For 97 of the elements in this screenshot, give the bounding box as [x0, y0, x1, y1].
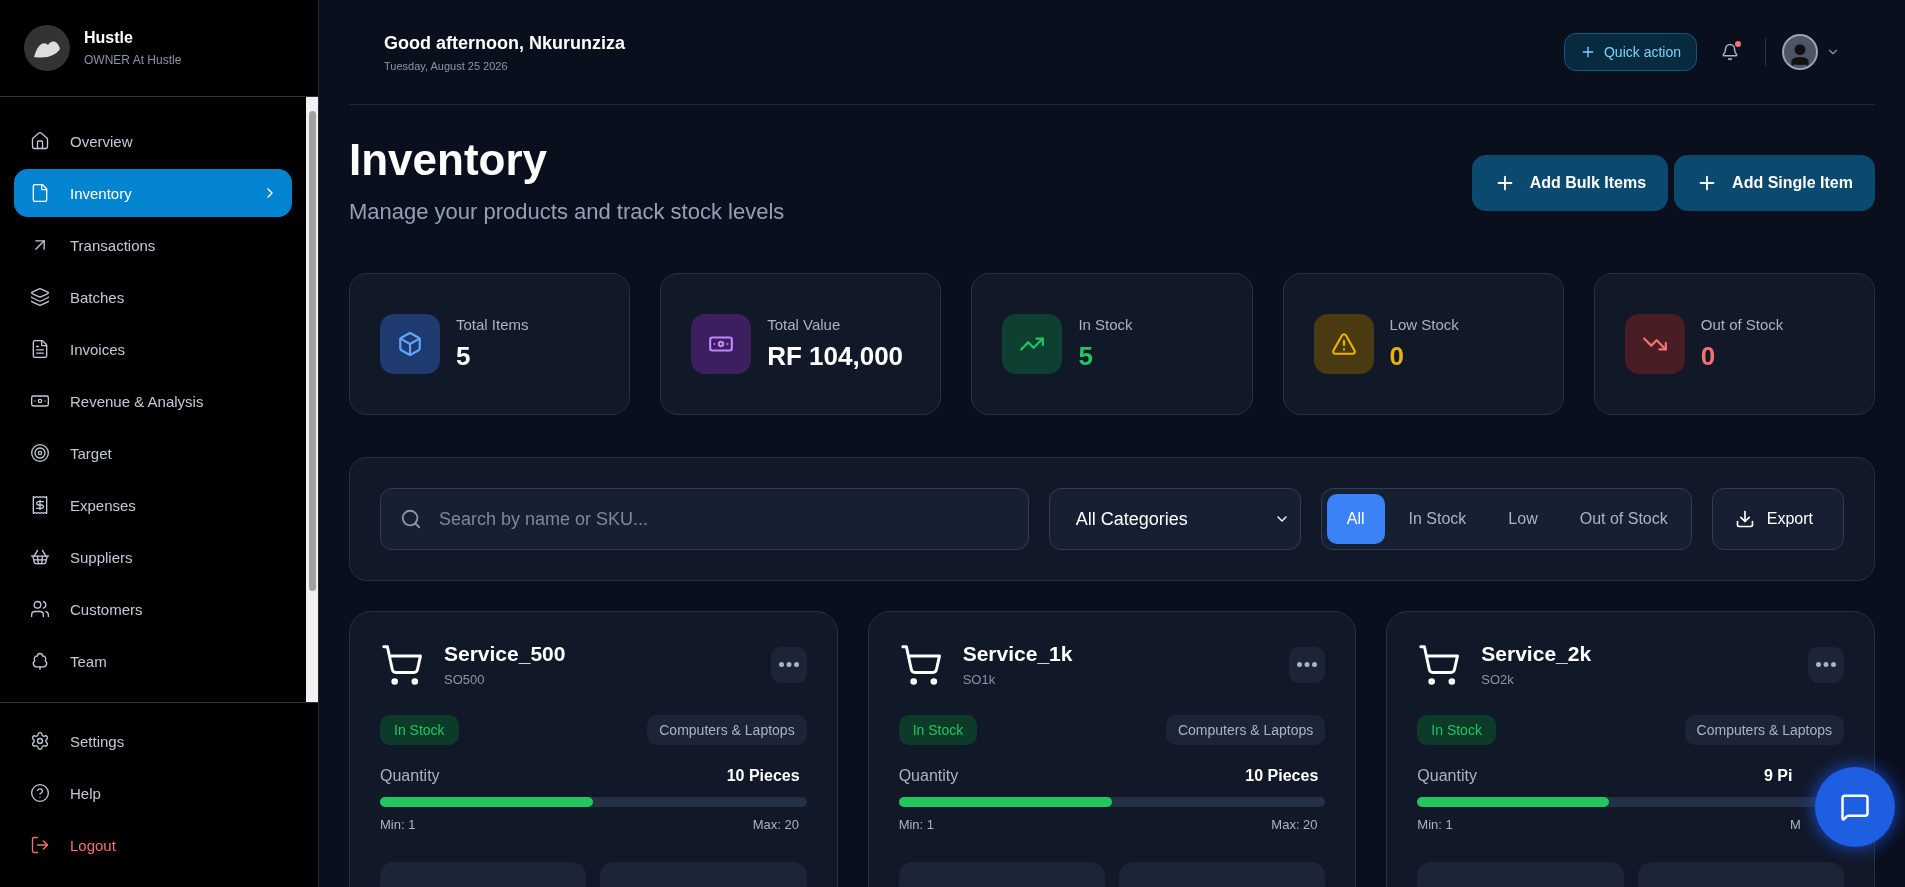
- nav-item[interactable]: Overview: [14, 117, 292, 165]
- min-label: Min: 1: [898, 817, 935, 832]
- greeting: Good afternoon, Nkurunziza: [384, 32, 626, 54]
- trend-up-icon: [1002, 314, 1063, 374]
- status-badge: In Stock: [1417, 715, 1496, 745]
- date: Tuesday, August 25 2026: [384, 59, 509, 72]
- filter-tab[interactable]: All: [1326, 494, 1385, 544]
- cart-icon: [898, 642, 943, 687]
- document-icon: [30, 339, 50, 359]
- cart-icon: [380, 642, 424, 687]
- nav-item[interactable]: Invoices: [14, 325, 292, 373]
- scrollbar[interactable]: [306, 97, 318, 702]
- filter-tab[interactable]: Out of Stock: [1561, 494, 1686, 544]
- export-button[interactable]: Export: [1711, 488, 1844, 550]
- stat-value: 5: [1078, 341, 1094, 372]
- max-label: Max: 20: [1271, 817, 1319, 832]
- cube-icon: [380, 314, 440, 374]
- file-icon: [30, 183, 50, 203]
- quantity-label: Quantity: [898, 767, 959, 785]
- page-subtitle: Manage your products and track stock levels: [349, 199, 785, 225]
- stat-value: 0: [1389, 341, 1406, 372]
- trend-down-icon: [1624, 314, 1685, 374]
- logout-icon: [30, 835, 50, 855]
- stat-label: Total Value: [767, 316, 842, 333]
- nav-item[interactable]: Revenue & Analysis: [14, 377, 292, 425]
- nav-item[interactable]: Target: [14, 429, 292, 477]
- status-badge: In Stock: [898, 715, 978, 745]
- nav-item[interactable]: Settings: [14, 717, 304, 765]
- product-name: Service_1k: [962, 642, 1073, 666]
- quantity-label: Quantity: [1417, 767, 1477, 785]
- add-button[interactable]: Add Bulk Items: [1471, 155, 1669, 211]
- receipt-icon: [30, 495, 50, 515]
- stat-value: 0: [1700, 341, 1717, 372]
- notification-bell-icon[interactable]: [1721, 43, 1739, 61]
- tree-icon: [30, 651, 50, 671]
- stat-value: RF 104,000: [767, 341, 904, 372]
- target-icon: [30, 443, 50, 463]
- filter-tab[interactable]: In Stock: [1390, 494, 1485, 544]
- nav-item[interactable]: Logout: [14, 821, 304, 869]
- brand-role: OWNER At Hustle: [84, 53, 182, 67]
- quantity-value: 9 Pi: [1764, 767, 1794, 785]
- product-name: Service_2k: [1481, 642, 1592, 666]
- warning-icon: [1313, 314, 1374, 374]
- filter-tab[interactable]: Low: [1490, 494, 1556, 544]
- nav-item[interactable]: Inventory: [14, 169, 292, 217]
- ellipsis-icon: [1816, 662, 1836, 667]
- nav-item[interactable]: Transactions: [14, 221, 292, 269]
- quantity-value: 10 Pieces: [1245, 767, 1320, 785]
- ellipsis-icon: [778, 662, 799, 667]
- avatar[interactable]: [1782, 34, 1818, 70]
- max-label: M: [1790, 817, 1802, 832]
- status-badge: In Stock: [380, 715, 459, 745]
- nav-item[interactable]: Suppliers: [14, 533, 292, 581]
- nav-item[interactable]: Help: [14, 769, 304, 817]
- nav-item[interactable]: Customers: [14, 585, 292, 633]
- stat-label: Total Items: [456, 316, 529, 333]
- help-icon: [30, 783, 50, 803]
- add-button[interactable]: Add Single Item: [1674, 155, 1875, 211]
- stat-value: 5: [456, 341, 472, 372]
- basket-icon: [30, 547, 50, 567]
- quantity-label: Quantity: [380, 767, 440, 785]
- brand-name: Hustle: [84, 29, 134, 47]
- category-tag: Computers & Laptops: [1165, 715, 1326, 745]
- page-title: Inventory: [349, 135, 549, 185]
- product-sku: SO2k: [1481, 672, 1515, 687]
- more-button[interactable]: [1808, 646, 1844, 683]
- brand-logo: [24, 25, 70, 71]
- nav-item[interactable]: Expenses: [14, 481, 292, 529]
- category-tag: Computers & Laptops: [1684, 715, 1844, 745]
- quantity-value: 10 Pieces: [726, 767, 801, 785]
- layers-icon: [30, 287, 50, 307]
- product-sku: SO1k: [962, 672, 997, 687]
- chat-icon: [1840, 792, 1870, 822]
- product-sku: SO500: [444, 672, 486, 687]
- users-icon: [30, 599, 50, 619]
- quick-action-button[interactable]: Quick action: [1563, 33, 1697, 71]
- nav-item[interactable]: Team: [14, 637, 292, 685]
- min-label: Min: 1: [1417, 817, 1453, 832]
- search-icon: [400, 508, 422, 530]
- cart-icon: [1417, 642, 1462, 687]
- stat-label: Out of Stock: [1700, 316, 1784, 333]
- settings-icon: [30, 731, 50, 751]
- house-icon: [30, 131, 50, 151]
- ellipsis-icon: [1297, 662, 1318, 667]
- more-button[interactable]: [1289, 646, 1326, 683]
- category-tag: Computers & Laptops: [647, 715, 807, 745]
- download-icon: [1734, 509, 1755, 529]
- category-select[interactable]: All Categories: [1048, 488, 1301, 550]
- more-button[interactable]: [770, 646, 807, 683]
- min-label: Min: 1: [380, 817, 416, 832]
- nav-item[interactable]: Batches: [14, 273, 292, 321]
- product-name: Service_500: [444, 642, 566, 666]
- banknote-icon: [691, 314, 752, 374]
- search-field[interactable]: Search by name or SKU...: [380, 488, 1029, 550]
- stat-label: In Stock: [1078, 316, 1133, 333]
- max-label: Max: 20: [752, 817, 800, 832]
- stat-label: Low Stock: [1389, 316, 1459, 333]
